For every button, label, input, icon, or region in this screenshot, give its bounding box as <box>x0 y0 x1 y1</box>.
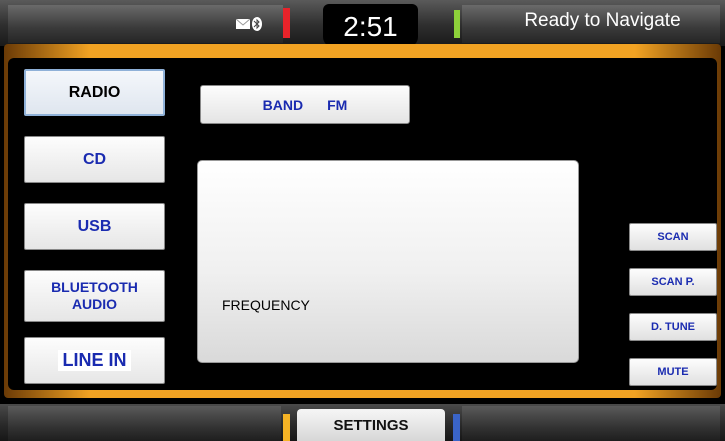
line-in-source-button[interactable]: LINE IN <box>24 337 165 384</box>
usb-source-button[interactable]: USB <box>24 203 165 250</box>
frequency-label: FREQUENCY <box>222 297 310 313</box>
bluetooth-audio-source-button[interactable]: BLUETOOTH AUDIO <box>24 270 165 322</box>
mute-label: MUTE <box>657 366 689 378</box>
radio-label: RADIO <box>68 83 121 101</box>
band-button[interactable]: BAND FM <box>200 85 410 124</box>
scan-button[interactable]: SCAN <box>629 223 717 251</box>
mute-button[interactable]: MUTE <box>629 358 717 386</box>
bottom-right-panel <box>462 406 720 441</box>
bottom-left-panel <box>8 406 281 441</box>
scan-preset-button[interactable]: SCAN P. <box>629 268 717 296</box>
bluetooth-audio-label-line1: BLUETOOTH <box>51 279 138 295</box>
settings-button[interactable]: SETTINGS <box>297 409 445 441</box>
direct-tune-button[interactable]: D. TUNE <box>629 313 717 341</box>
green-indicator <box>454 10 460 38</box>
red-indicator <box>283 8 290 38</box>
band-value: FM <box>327 96 348 113</box>
mail-icon <box>236 19 250 29</box>
usb-label: USB <box>77 217 112 235</box>
settings-label: SETTINGS <box>333 416 409 434</box>
line-in-label: LINE IN <box>58 350 131 371</box>
frequency-panel: FREQUENCY <box>197 160 579 363</box>
clock: 2:51 <box>323 4 418 47</box>
bluetooth-audio-label-line2: AUDIO <box>71 296 118 312</box>
radio-source-button[interactable]: RADIO <box>24 69 165 116</box>
cd-source-button[interactable]: CD <box>24 136 165 183</box>
cd-label: CD <box>82 150 107 168</box>
direct-tune-label: D. TUNE <box>651 321 695 333</box>
scan-preset-label: SCAN P. <box>651 276 695 288</box>
yellow-indicator <box>283 414 290 441</box>
navigation-status: Ready to Navigate <box>524 10 681 31</box>
status-icons <box>236 14 262 34</box>
band-label: BAND <box>262 96 304 113</box>
blue-indicator <box>453 414 460 441</box>
bluetooth-icon <box>252 17 262 31</box>
scan-label: SCAN <box>657 231 689 243</box>
